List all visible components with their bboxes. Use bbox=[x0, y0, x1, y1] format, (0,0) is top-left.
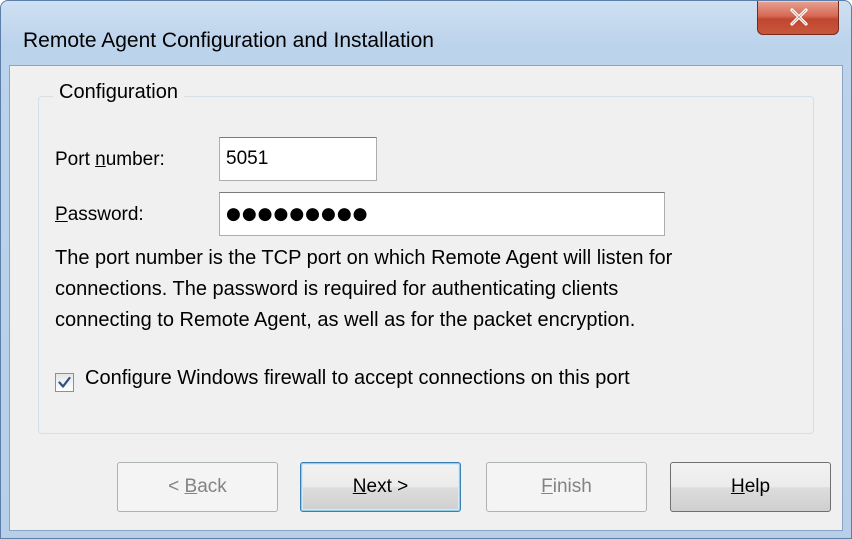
help-description: The port number is the TCP port on which… bbox=[55, 247, 673, 331]
dialog-window: Remote Agent Configuration and Installat… bbox=[0, 0, 852, 539]
configuration-group: Configuration Port number: 5051 Password… bbox=[38, 81, 814, 434]
port-number-input[interactable]: 5051 bbox=[219, 137, 377, 181]
firewall-checkbox-label[interactable]: Configure Windows firewall to accept con… bbox=[85, 367, 630, 390]
group-title: Configuration bbox=[53, 81, 184, 104]
next-button[interactable]: Next > bbox=[300, 462, 461, 512]
title-bar[interactable]: Remote Agent Configuration and Installat… bbox=[1, 1, 851, 65]
back-button[interactable]: < Back bbox=[117, 462, 278, 512]
password-input[interactable]: ●●●●●●●●● bbox=[219, 192, 665, 236]
close-button[interactable] bbox=[757, 1, 839, 35]
port-number-label: Port number: bbox=[55, 149, 165, 170]
finish-button[interactable]: Finish bbox=[486, 462, 647, 512]
dialog-client-area: Configuration Port number: 5051 Password… bbox=[9, 65, 843, 531]
firewall-checkbox[interactable] bbox=[55, 373, 74, 392]
password-label: Password: bbox=[55, 204, 144, 225]
help-button[interactable]: Help bbox=[670, 462, 831, 512]
window-title: Remote Agent Configuration and Installat… bbox=[23, 29, 434, 52]
